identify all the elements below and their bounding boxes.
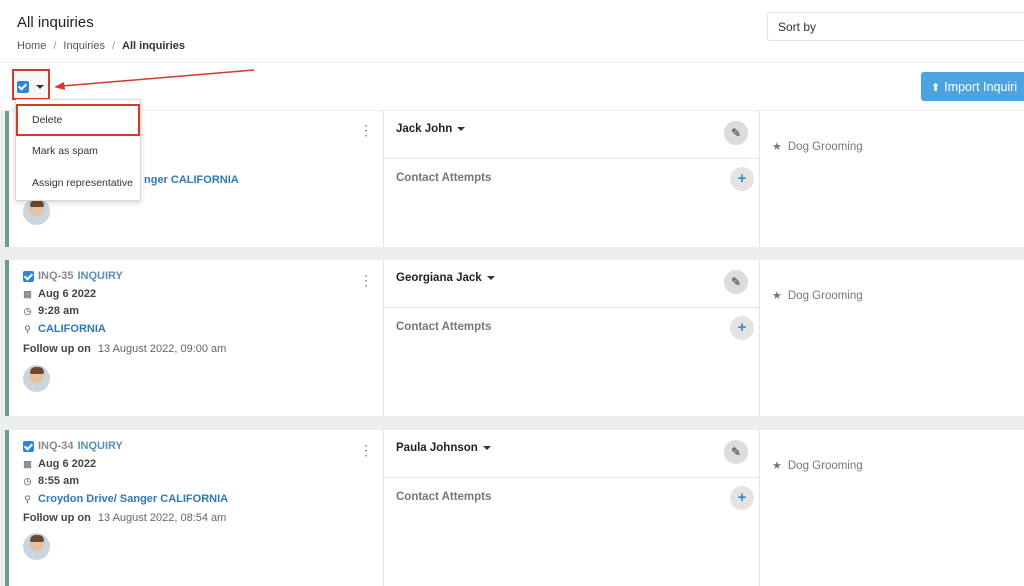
sort-by-select[interactable]: Sort by: [767, 12, 1024, 41]
breadcrumb-separator: /: [111, 40, 116, 52]
breadcrumb-current: All inquiries: [122, 40, 186, 52]
page-title: All inquiries: [17, 14, 94, 31]
inquiry-card[interactable]: ⋮ nger CALIFORNIA Jack John ✎ Contact At…: [5, 111, 1024, 247]
more-options-icon[interactable]: ⋮: [359, 443, 373, 457]
inquiry-time: ◷ 8:55 am: [23, 475, 79, 487]
contact-panel: Paula Johnson ✎ Contact Attempts +: [383, 430, 760, 586]
breadcrumb-inquiries[interactable]: Inquiries: [63, 40, 105, 52]
service-tag: ★ Dog Grooming: [772, 459, 863, 473]
inquiry-id[interactable]: INQ-35: [38, 270, 73, 282]
inquiry-id-line: INQ-35 INQUIRY: [23, 270, 123, 282]
inquiry-checkbox[interactable]: [23, 440, 34, 452]
calendar-icon: ▦: [23, 458, 32, 469]
plus-icon: +: [737, 489, 747, 506]
location-pin-icon: ⚲: [24, 493, 31, 504]
contact-panel: Jack John ✎ Contact Attempts +: [383, 111, 760, 247]
add-contact-attempt-button[interactable]: +: [730, 167, 754, 191]
contact-panel: Georgiana Jack ✎ Contact Attempts +: [383, 260, 760, 416]
bulk-action-menu: Delete Mark as spam Assign representativ…: [15, 99, 141, 201]
inquiry-location[interactable]: nger CALIFORNIA: [144, 174, 239, 186]
contact-name-dropdown[interactable]: Paula Johnson: [396, 442, 491, 454]
follow-up: Follow up on 13 August 2022, 09:00 am: [23, 343, 227, 355]
inquiry-id-line: INQ-34 INQUIRY: [23, 440, 123, 452]
service-name: Dog Grooming: [787, 459, 863, 472]
menu-item-mark-as-spam[interactable]: Mark as spam: [16, 145, 140, 157]
inquiry-id[interactable]: INQ-34: [38, 440, 73, 452]
chevron-down-icon[interactable]: [457, 127, 466, 131]
service-panel: ★ Dog Grooming: [760, 430, 1024, 586]
inquiry-type: INQUIRY: [77, 270, 123, 282]
contact-attempts-label: Contact Attempts: [396, 491, 492, 503]
breadcrumb-separator: /: [53, 40, 57, 52]
pencil-icon: ✎: [730, 445, 742, 459]
inquiry-checkbox[interactable]: [23, 270, 34, 282]
edit-contact-button[interactable]: ✎: [724, 270, 748, 294]
avatar: [23, 365, 50, 392]
chevron-down-icon[interactable]: [36, 85, 44, 89]
follow-up: Follow up on 13 August 2022, 08:54 am: [23, 512, 227, 524]
service-name: Dog Grooming: [787, 289, 863, 302]
service-panel: ★ Dog Grooming: [760, 111, 1024, 247]
upload-icon: ⬆: [931, 82, 941, 94]
breadcrumb: Home / Inquiries / All inquiries: [17, 40, 185, 52]
pencil-icon: ✎: [730, 126, 742, 140]
calendar-icon: ▦: [23, 288, 32, 299]
import-inquiries-button[interactable]: ⬆ Import Inquiri: [921, 72, 1024, 101]
clock-icon: ◷: [23, 475, 32, 486]
inquiry-type: INQUIRY: [77, 440, 123, 452]
inquiry-summary: INQ-35 INQUIRY ⋮ ▦ Aug 6 2022 ◷ 9:28 am ⚲ C…: [9, 260, 383, 416]
inquiry-card[interactable]: INQ-34 INQUIRY ⋮ ▦ Aug 6 2022 ◷ 8:55 am ⚲ C…: [5, 430, 1024, 586]
more-options-icon[interactable]: ⋮: [359, 123, 373, 137]
inquiry-time: ◷ 9:28 am: [23, 305, 79, 317]
chevron-down-icon[interactable]: [486, 276, 495, 280]
divider: [384, 307, 759, 308]
divider: [384, 158, 759, 159]
page-header: All inquiries Home / Inquiries / All inq…: [0, 0, 1024, 62]
contact-name-dropdown[interactable]: Jack John: [396, 123, 466, 135]
inquiry-card[interactable]: INQ-35 INQUIRY ⋮ ▦ Aug 6 2022 ◷ 9:28 am ⚲ C…: [5, 260, 1024, 416]
service-tag: ★ Dog Grooming: [772, 140, 863, 154]
list-toolbar: ⬆ Import Inquiri: [0, 62, 1024, 110]
avatar: [23, 533, 50, 560]
inquiry-location: ⚲ CALIFORNIA: [24, 323, 106, 335]
add-contact-attempt-button[interactable]: +: [730, 316, 754, 340]
add-contact-attempt-button[interactable]: +: [730, 486, 754, 510]
import-inquiries-label: Import Inquiri: [944, 80, 1018, 94]
inquiry-date: ▦ Aug 6 2022: [23, 458, 97, 470]
chevron-down-icon[interactable]: [482, 446, 491, 450]
contact-name-dropdown[interactable]: Georgiana Jack: [396, 272, 495, 284]
avatar: [23, 198, 50, 225]
more-options-icon[interactable]: ⋮: [359, 273, 373, 287]
edit-contact-button[interactable]: ✎: [724, 440, 748, 464]
inquiry-date: ▦ Aug 6 2022: [23, 288, 97, 300]
inquiry-summary: INQ-34 INQUIRY ⋮ ▦ Aug 6 2022 ◷ 8:55 am ⚲ C…: [9, 430, 383, 586]
location-pin-icon: ⚲: [24, 323, 31, 334]
plus-icon: +: [737, 170, 747, 187]
bulk-select-dropdown[interactable]: [12, 69, 50, 100]
menu-item-delete[interactable]: Delete: [16, 114, 140, 126]
service-tag: ★ Dog Grooming: [772, 289, 863, 303]
plus-icon: +: [737, 319, 747, 336]
contact-attempts-label: Contact Attempts: [396, 321, 492, 333]
inquiry-location: ⚲ Croydon Drive/ Sanger CALIFORNIA: [24, 493, 229, 505]
contact-attempts-label: Contact Attempts: [396, 172, 492, 184]
select-all-checkbox[interactable]: [17, 81, 29, 93]
menu-item-assign-representative[interactable]: Assign representative: [16, 177, 140, 189]
service-panel: ★ Dog Grooming: [760, 260, 1024, 416]
edit-contact-button[interactable]: ✎: [724, 121, 748, 145]
service-name: Dog Grooming: [787, 140, 863, 153]
clock-icon: ◷: [23, 305, 32, 316]
star-icon: ★: [772, 141, 782, 153]
breadcrumb-home[interactable]: Home: [17, 40, 46, 52]
star-icon: ★: [772, 460, 782, 472]
star-icon: ★: [772, 290, 782, 302]
divider: [384, 477, 759, 478]
pencil-icon: ✎: [730, 275, 742, 289]
